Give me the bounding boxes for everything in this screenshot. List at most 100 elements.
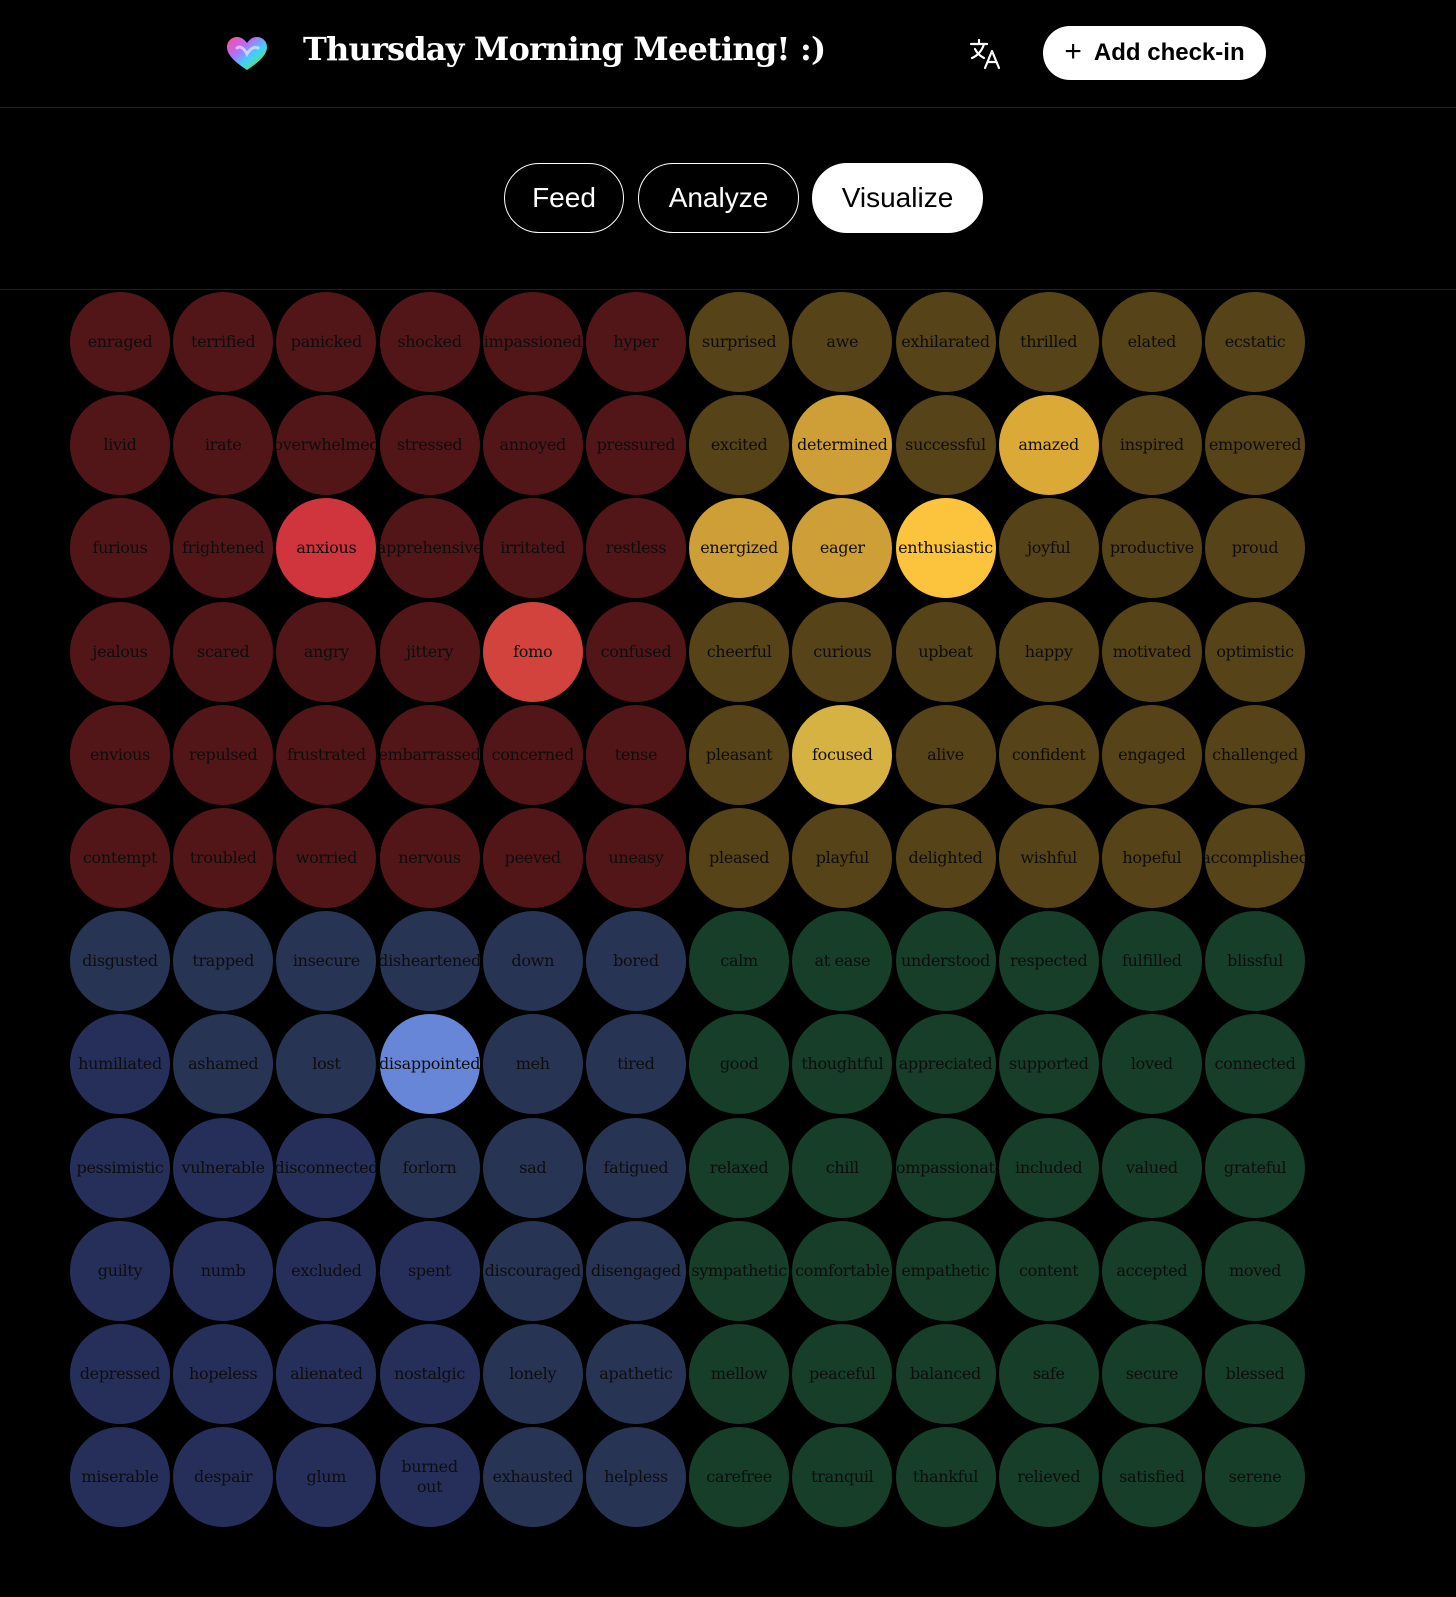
mood-bubble[interactable]: grateful — [1205, 1117, 1306, 1218]
mood-bubble[interactable]: frightened — [173, 498, 274, 599]
mood-bubble[interactable]: exhilarated — [895, 292, 996, 392]
mood-bubble[interactable]: secure — [1101, 1323, 1202, 1424]
mood-bubble[interactable]: discouraged — [482, 1220, 583, 1321]
mood-bubble[interactable]: tranquil — [792, 1427, 893, 1528]
mood-bubble[interactable]: trapped — [173, 911, 274, 1012]
mood-bubble[interactable]: scared — [173, 601, 274, 702]
mood-bubble[interactable]: comfortable — [792, 1220, 893, 1321]
mood-bubble[interactable]: envious — [70, 704, 170, 805]
mood-bubble[interactable]: irate — [173, 395, 274, 496]
mood-bubble[interactable]: chill — [792, 1117, 893, 1218]
mood-bubble[interactable]: apprehensive — [379, 498, 480, 599]
mood-bubble[interactable]: restless — [585, 498, 686, 599]
mood-bubble[interactable]: at ease — [792, 911, 893, 1012]
mood-bubble[interactable]: frustrated — [276, 704, 377, 805]
mood-bubble[interactable]: valued — [1101, 1117, 1202, 1218]
mood-bubble[interactable]: impassioned — [482, 292, 583, 392]
mood-bubble[interactable]: troubled — [173, 807, 274, 908]
mood-bubble[interactable]: respected — [998, 911, 1099, 1012]
mood-bubble[interactable]: peaceful — [792, 1323, 893, 1424]
mood-bubble[interactable]: loved — [1101, 1014, 1202, 1115]
mood-bubble[interactable]: stressed — [379, 395, 480, 496]
mood-bubble[interactable]: worried — [276, 807, 377, 908]
mood-bubble[interactable]: inspired — [1101, 395, 1202, 496]
mood-bubble[interactable]: disappointed — [379, 1014, 480, 1115]
mood-bubble[interactable]: nostalgic — [379, 1323, 480, 1424]
mood-bubble[interactable]: relieved — [998, 1427, 1099, 1528]
mood-bubble[interactable]: empowered — [1205, 395, 1306, 496]
mood-bubble[interactable]: successful — [895, 395, 996, 496]
tab-analyze[interactable]: Analyze — [638, 163, 799, 233]
mood-bubble[interactable]: anxious — [276, 498, 377, 599]
mood-bubble[interactable]: overwhelmed — [276, 395, 377, 496]
mood-bubble[interactable]: awe — [792, 292, 893, 392]
mood-bubble[interactable]: upbeat — [895, 601, 996, 702]
mood-bubble[interactable]: confused — [585, 601, 686, 702]
mood-bubble[interactable]: alienated — [276, 1323, 377, 1424]
mood-bubble[interactable]: forlorn — [379, 1117, 480, 1218]
mood-bubble[interactable]: thrilled — [998, 292, 1099, 392]
mood-bubble[interactable]: angry — [276, 601, 377, 702]
mood-bubble[interactable]: meh — [482, 1014, 583, 1115]
mood-bubble[interactable]: fomo — [482, 601, 583, 702]
mood-bubble[interactable]: happy — [998, 601, 1099, 702]
mood-bubble[interactable]: engaged — [1101, 704, 1202, 805]
mood-bubble[interactable]: pessimistic — [70, 1117, 170, 1218]
mood-bubble[interactable]: excited — [689, 395, 790, 496]
mood-bubble[interactable]: included — [998, 1117, 1099, 1218]
mood-bubble[interactable]: concerned — [482, 704, 583, 805]
mood-bubble[interactable]: pleased — [689, 807, 790, 908]
mood-bubble[interactable]: confident — [998, 704, 1099, 805]
mood-bubble[interactable]: blissful — [1205, 911, 1306, 1012]
mood-bubble[interactable]: insecure — [276, 911, 377, 1012]
mood-bubble[interactable]: delighted — [895, 807, 996, 908]
mood-bubble[interactable]: sympathetic — [689, 1220, 790, 1321]
mood-bubble[interactable]: pleasant — [689, 704, 790, 805]
mood-bubble[interactable]: focused — [792, 704, 893, 805]
mood-bubble[interactable]: exhausted — [482, 1427, 583, 1528]
add-check-in-button[interactable]: + Add check-in — [1043, 26, 1266, 80]
mood-bubble[interactable]: curious — [792, 601, 893, 702]
heart-logo-icon[interactable] — [225, 36, 269, 72]
mood-bubble[interactable]: calm — [689, 911, 790, 1012]
mood-bubble[interactable]: burned out — [379, 1427, 480, 1528]
mood-bubble[interactable]: hopeful — [1101, 807, 1202, 908]
mood-bubble[interactable]: moved — [1205, 1220, 1306, 1321]
mood-bubble[interactable]: blessed — [1205, 1323, 1306, 1424]
mood-bubble[interactable]: connected — [1205, 1014, 1306, 1115]
mood-bubble[interactable]: terrified — [173, 292, 274, 392]
mood-bubble[interactable]: cheerful — [689, 601, 790, 702]
mood-bubble[interactable]: accepted — [1101, 1220, 1202, 1321]
mood-bubble[interactable]: furious — [70, 498, 170, 599]
mood-bubble[interactable]: wishful — [998, 807, 1099, 908]
mood-bubble[interactable]: supported — [998, 1014, 1099, 1115]
mood-bubble[interactable]: contempt — [70, 807, 170, 908]
mood-bubble[interactable]: excluded — [276, 1220, 377, 1321]
mood-bubble[interactable]: ecstatic — [1205, 292, 1306, 392]
mood-bubble[interactable]: serene — [1205, 1427, 1306, 1528]
mood-bubble[interactable]: relaxed — [689, 1117, 790, 1218]
mood-bubble[interactable]: shocked — [379, 292, 480, 392]
mood-bubble[interactable]: tired — [585, 1014, 686, 1115]
mood-bubble[interactable]: elated — [1101, 292, 1202, 392]
mood-bubble[interactable]: numb — [173, 1220, 274, 1321]
mood-bubble[interactable]: thoughtful — [792, 1014, 893, 1115]
mood-bubble[interactable]: vulnerable — [173, 1117, 274, 1218]
mood-bubble[interactable]: nervous — [379, 807, 480, 908]
mood-bubble[interactable]: accomplished — [1205, 807, 1306, 908]
mood-bubble[interactable]: challenged — [1205, 704, 1306, 805]
mood-bubble[interactable]: disheartened — [379, 911, 480, 1012]
mood-bubble[interactable]: surprised — [689, 292, 790, 392]
mood-bubble[interactable]: apathetic — [585, 1323, 686, 1424]
mood-bubble[interactable]: productive — [1101, 498, 1202, 599]
mood-bubble[interactable]: understood — [895, 911, 996, 1012]
mood-bubble[interactable]: uneasy — [585, 807, 686, 908]
mood-bubble[interactable]: jealous — [70, 601, 170, 702]
mood-bubble[interactable]: glum — [276, 1427, 377, 1528]
mood-bubble[interactable]: enthusiastic — [895, 498, 996, 599]
mood-bubble[interactable]: livid — [70, 395, 170, 496]
mood-bubble[interactable]: eager — [792, 498, 893, 599]
mood-bubble[interactable]: empathetic — [895, 1220, 996, 1321]
mood-bubble[interactable]: sad — [482, 1117, 583, 1218]
tab-feed[interactable]: Feed — [504, 163, 624, 233]
